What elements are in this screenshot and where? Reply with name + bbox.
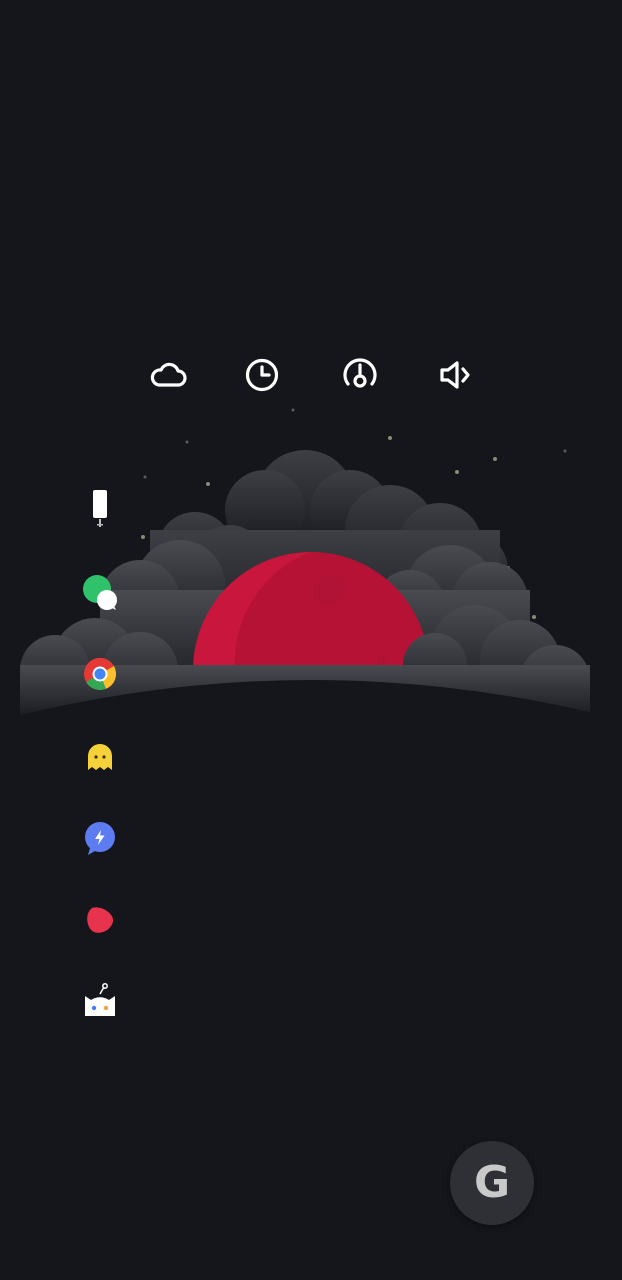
messenger-app-icon: [85, 822, 115, 855]
ghost-app-icon: [88, 744, 112, 770]
google-logo: G: [473, 1157, 511, 1208]
volume-widget[interactable]: [430, 350, 480, 400]
speedometer-widget[interactable]: [335, 350, 385, 400]
red-blob-app-icon: [87, 907, 114, 933]
red-blob-app[interactable]: [70, 890, 130, 950]
google-search-button[interactable]: G: [450, 1141, 534, 1225]
chrome-app-icon: [84, 657, 117, 690]
messages-app-icon: [83, 575, 117, 610]
reddit-app-icon: [85, 983, 115, 1016]
phone-app-icon: [93, 490, 107, 527]
wallpaper: [0, 408, 622, 1280]
messenger-app[interactable]: [70, 808, 130, 868]
cloud-widget[interactable]: [143, 350, 193, 400]
reddit-app[interactable]: [70, 972, 130, 1032]
volume-icon: [440, 361, 470, 389]
home-screen: G: [0, 0, 622, 1280]
phone-app[interactable]: [70, 480, 130, 540]
speedometer-icon: [343, 358, 377, 388]
cloud-icon: [150, 362, 187, 387]
chrome-app[interactable]: [70, 644, 130, 704]
ghost-app[interactable]: [70, 726, 130, 786]
quick-widget-row: [0, 350, 622, 400]
clock-widget[interactable]: [237, 350, 287, 400]
clock-icon: [245, 358, 279, 392]
messages-app[interactable]: [70, 562, 130, 622]
